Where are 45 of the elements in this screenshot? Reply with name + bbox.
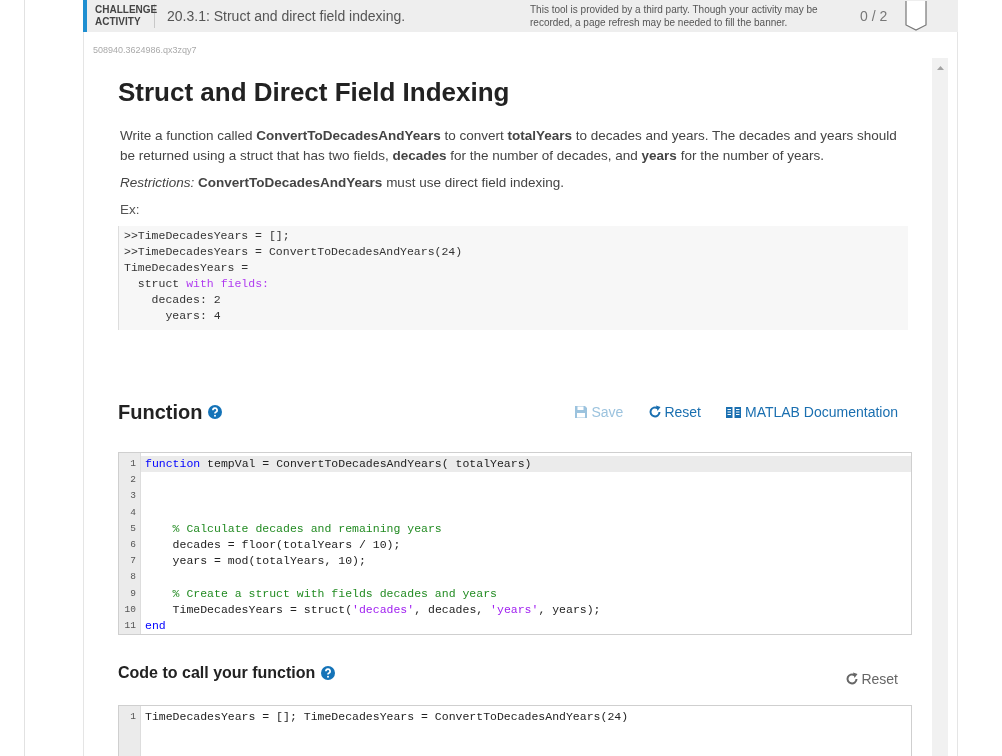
line-number: 9 bbox=[129, 586, 137, 601]
save-icon bbox=[574, 405, 589, 419]
example-code: >>TimeDecadesYears = []; >>TimeDecadesYears = ConvertToDecadesAndYears(24) TimeDecadesYears = struct with fields: decades: 2 years: 4 bbox=[118, 226, 908, 330]
badge-icon bbox=[904, 1, 928, 31]
notice-text: This tool is provided by a third party. Though your activity may be bbox=[530, 3, 819, 16]
scroll-up-icon[interactable] bbox=[936, 66, 944, 70]
page-heading: Struct and Direct Field Indexing bbox=[118, 76, 511, 108]
help-icon[interactable] bbox=[321, 666, 336, 681]
line-number: 3 bbox=[129, 489, 137, 504]
section-heading: Function bbox=[118, 400, 203, 425]
code-line: % Calculate decades and remaining years bbox=[171, 520, 443, 537]
reset-icon bbox=[648, 405, 663, 419]
scrollbar[interactable] bbox=[932, 58, 948, 756]
activity-title: 20.3.1: Struct and direct field indexing. bbox=[166, 6, 407, 26]
code-line: years = mod(totalYears, 10); bbox=[171, 553, 367, 570]
reset-icon bbox=[845, 672, 860, 687]
book-icon bbox=[725, 405, 741, 419]
code-line: TimeDecadesYears = struct('decades', decades, 'years', years); bbox=[171, 601, 602, 618]
line-number: 11 bbox=[123, 618, 137, 633]
code-line: TimeDecadesYears = []; TimeDecadesYears = ConvertToDecadesAndYears(24) bbox=[144, 709, 630, 726]
line-number: 1 bbox=[129, 457, 137, 471]
description-text: Write a function called ConvertToDecadesAndYears to convert totalYears to decades and years. The decades and years should be returned using a struct that has two fields, decades for the number of decades, and years for the number of years. bbox=[119, 127, 898, 165]
line-number: 10 bbox=[123, 602, 137, 617]
help-icon[interactable] bbox=[208, 405, 223, 419]
code-editor[interactable]: 1 TimeDecadesYears = []; TimeDecadesYears = ConvertToDecadesAndYears(24) bbox=[118, 705, 912, 756]
code-line: decades = floor(totalYears / 10); bbox=[171, 536, 402, 553]
line-number: 4 bbox=[129, 505, 137, 520]
example-label: Ex: bbox=[119, 201, 141, 219]
reset-button[interactable]: Reset bbox=[648, 401, 701, 423]
code-line: % Create a struct with fields decades and years bbox=[171, 585, 498, 602]
activity-id: 508940.3624986.qx3zqy7 bbox=[92, 44, 198, 57]
section-heading: Code to call your function bbox=[118, 663, 316, 684]
notice-text: recorded, a page refresh may be needed to fill the banner. bbox=[530, 16, 789, 29]
line-number: 8 bbox=[129, 570, 137, 585]
docs-button[interactable]: MATLAB Documentation bbox=[725, 401, 898, 423]
score: 0 / 2 bbox=[860, 6, 889, 26]
line-number: 2 bbox=[129, 473, 137, 488]
code-editor[interactable] bbox=[118, 452, 912, 636]
line-number: 6 bbox=[129, 537, 137, 552]
line-number: 1 bbox=[129, 710, 137, 725]
code-line: end bbox=[144, 617, 167, 634]
restrictions-text: Restrictions: ConvertToDecadesAndYears must use direct field indexing. bbox=[119, 174, 565, 192]
activity-label: ACTIVITY bbox=[95, 16, 142, 28]
line-number: 7 bbox=[129, 554, 137, 569]
line-number: 5 bbox=[129, 521, 137, 536]
